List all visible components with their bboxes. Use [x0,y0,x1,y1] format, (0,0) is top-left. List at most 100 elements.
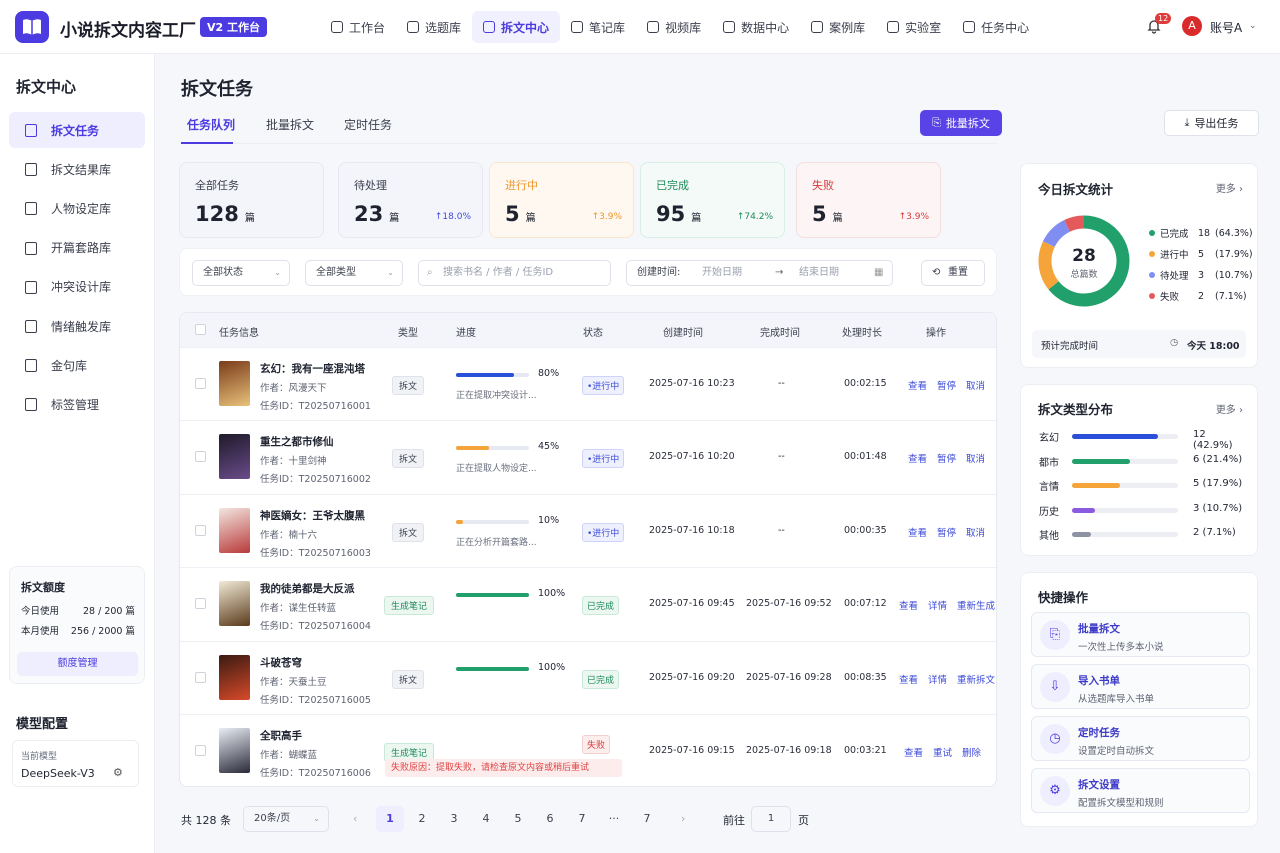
row-checkbox[interactable] [195,671,206,683]
gear-icon[interactable]: ⚙ [113,766,123,779]
export-button[interactable]: ⤓ 导出任务 [1164,110,1259,136]
sidebar-item-0[interactable]: 拆文任务 [9,112,145,148]
account-name[interactable]: 账号A [1210,19,1242,36]
row-action-2[interactable]: 取消 [966,451,985,465]
chevron-down-icon[interactable]: ⌄ [1249,21,1257,31]
stat-card-0[interactable]: 全部任务 128 篇 [179,162,324,238]
sidebar-item-5[interactable]: 情绪触发库 [9,308,145,344]
row-checkbox[interactable] [195,451,206,463]
table-row[interactable]: 神医嫡女：王爷太腹黑 作者：楠十六 任务ID：T20250716003 拆文 10% 正在… [180,493,996,567]
table-row[interactable]: 我的徒弟都是大反派 作者：谋生任转蓝 任务ID：T20250716004 生成笔记 10… [180,567,996,640]
sidebar-item-1[interactable]: 拆文结果库 [9,151,145,187]
status-select[interactable]: 全部状态 ⌄ [192,260,290,286]
book-cover-image[interactable] [219,728,250,773]
model-select[interactable]: 当前模型 DeepSeek-V3 ⚙ [12,740,139,787]
sidebar-item-3[interactable]: 开篇套路库 [9,230,145,266]
date-range-picker[interactable]: 创建时间: 开始日期 → 结束日期 ▦ [626,260,893,286]
page-button[interactable]: 7 [633,806,661,832]
import-list-quick[interactable]: ⇩ 导入书单 从选题库导入书单 [1031,664,1250,709]
row-checkbox[interactable] [195,378,206,389]
row-action-2[interactable]: 重新生成 [957,598,995,612]
page-button[interactable]: 1 [376,806,404,832]
nav-item-5[interactable]: 数据中心 [712,11,800,43]
row-action-0[interactable]: 查看 [908,451,927,465]
scheduled-task-quick[interactable]: ◷ 定时任务 设置定时自动拆文 [1031,716,1250,761]
nav-item-6[interactable]: 案例库 [800,11,876,43]
row-action-2[interactable]: 重新拆文 [957,672,995,686]
table-row[interactable]: 全职高手 作者：蝴蝶蓝 任务ID：T20250716006 生成笔记 失败 失败原因：提取… [180,714,996,786]
type-dist-more-link[interactable]: 更多 › [1216,401,1243,416]
book-cover-image[interactable] [219,361,250,406]
tab-task-queue[interactable]: 任务队列 [187,116,235,133]
batch-split-button[interactable]: ⎘ 批量拆文 [920,110,1002,136]
sidebar-item-2[interactable]: 人物设定库 [9,190,145,226]
page-button[interactable]: 4 [472,806,500,832]
reset-button[interactable]: ⟲ 重置 [921,260,985,286]
sidebar-item-7[interactable]: 标签管理 [9,386,145,422]
row-action-0[interactable]: 查看 [899,598,918,612]
nav-item-0[interactable]: 工作台 [320,11,396,43]
table-row[interactable]: 斗破苍穹 作者：天蚕土豆 任务ID：T20250716005 拆文 100% 已完成 202… [180,640,996,714]
book-cover-image[interactable] [219,654,250,700]
nav-item-3[interactable]: 笔记库 [560,11,636,43]
tab-scheduled[interactable]: 定时任务 [344,116,392,133]
end-date[interactable]: 结束日期 [799,261,839,285]
book-title[interactable]: 斗破苍穹 [260,655,302,670]
table-row[interactable]: 重生之都市修仙 作者：十里剑神 任务ID：T20250716002 拆文 45% 正在提取… [180,420,996,493]
table-row[interactable]: 玄幻：我有一座混沌塔 作者：风漫天下 任务ID：T20250716001 拆文 80% 正… [180,347,996,420]
page-button[interactable]: 3 [440,806,468,832]
page-size-select[interactable]: 20条/页 ⌄ [243,806,329,832]
row-checkbox[interactable] [195,524,206,536]
row-action-1[interactable]: 暂停 [937,378,956,392]
nav-item-2[interactable]: 拆文中心 [472,11,561,43]
book-title[interactable]: 重生之都市修仙 [260,434,334,449]
row-action-1[interactable]: 暂停 [937,525,956,539]
page-button[interactable]: 7 [568,806,596,832]
row-action-0[interactable]: 查看 [904,745,923,759]
row-checkbox[interactable] [195,598,206,610]
row-action-1[interactable]: 暂停 [937,451,956,465]
stat-card-4[interactable]: 失败 5 篇 ↑3.9% [796,162,941,238]
row-action-1[interactable]: 详情 [928,672,947,686]
prev-page-icon[interactable]: ‹ [353,812,357,825]
stat-card-1[interactable]: 待处理 23 篇 ↑18.0% [338,162,483,238]
quota-manage-button[interactable]: 额度管理 [17,652,138,676]
select-all-checkbox[interactable] [195,324,206,335]
start-date[interactable]: 开始日期 [702,261,742,285]
book-title[interactable]: 神医嫡女：王爷太腹黑 [260,508,365,523]
today-stats-more-link[interactable]: 更多 › [1216,180,1243,195]
stat-card-2[interactable]: 进行中 5 篇 ↑3.9% [489,162,634,238]
row-action-2[interactable]: 取消 [966,525,985,539]
book-cover-image[interactable] [219,434,250,480]
nav-item-8[interactable]: 任务中心 [952,11,1040,43]
sidebar-item-4[interactable]: 冲突设计库 [9,269,145,305]
avatar[interactable]: A [1182,16,1202,36]
nav-item-4[interactable]: 视频库 [636,11,712,43]
row-action-0[interactable]: 查看 [899,672,918,686]
book-cover-image[interactable] [219,581,250,627]
book-title[interactable]: 全职高手 [260,728,302,743]
goto-input[interactable]: 1 [751,806,791,832]
next-page-icon[interactable]: › [681,812,685,825]
type-select[interactable]: 全部类型 ⌄ [305,260,403,286]
book-title[interactable]: 我的徒弟都是大反派 [260,581,355,596]
page-button[interactable]: 6 [536,806,564,832]
page-button[interactable]: 5 [504,806,532,832]
nav-item-1[interactable]: 选题库 [396,11,472,43]
app-logo-icon[interactable] [15,11,49,43]
row-action-2[interactable]: 取消 [966,378,985,392]
row-checkbox[interactable] [195,745,206,756]
page-button[interactable]: 2 [408,806,436,832]
row-action-0[interactable]: 查看 [908,378,927,392]
sidebar-item-6[interactable]: 金句库 [9,347,145,383]
row-action-0[interactable]: 查看 [908,525,927,539]
split-settings-quick[interactable]: ⚙ 拆文设置 配置拆文模型和规则 [1031,768,1250,813]
row-action-2[interactable]: 删除 [962,745,981,759]
tab-batch[interactable]: 批量拆文 [266,116,314,133]
book-cover-image[interactable] [219,507,250,553]
row-action-1[interactable]: 详情 [928,598,947,612]
book-title[interactable]: 玄幻：我有一座混沌塔 [260,361,365,376]
stat-card-3[interactable]: 已完成 95 篇 ↑74.2% [640,162,785,238]
page-ellipsis[interactable]: ··· [600,806,628,832]
search-input[interactable]: ⌕ 搜索书名 / 作者 / 任务ID [418,260,611,286]
